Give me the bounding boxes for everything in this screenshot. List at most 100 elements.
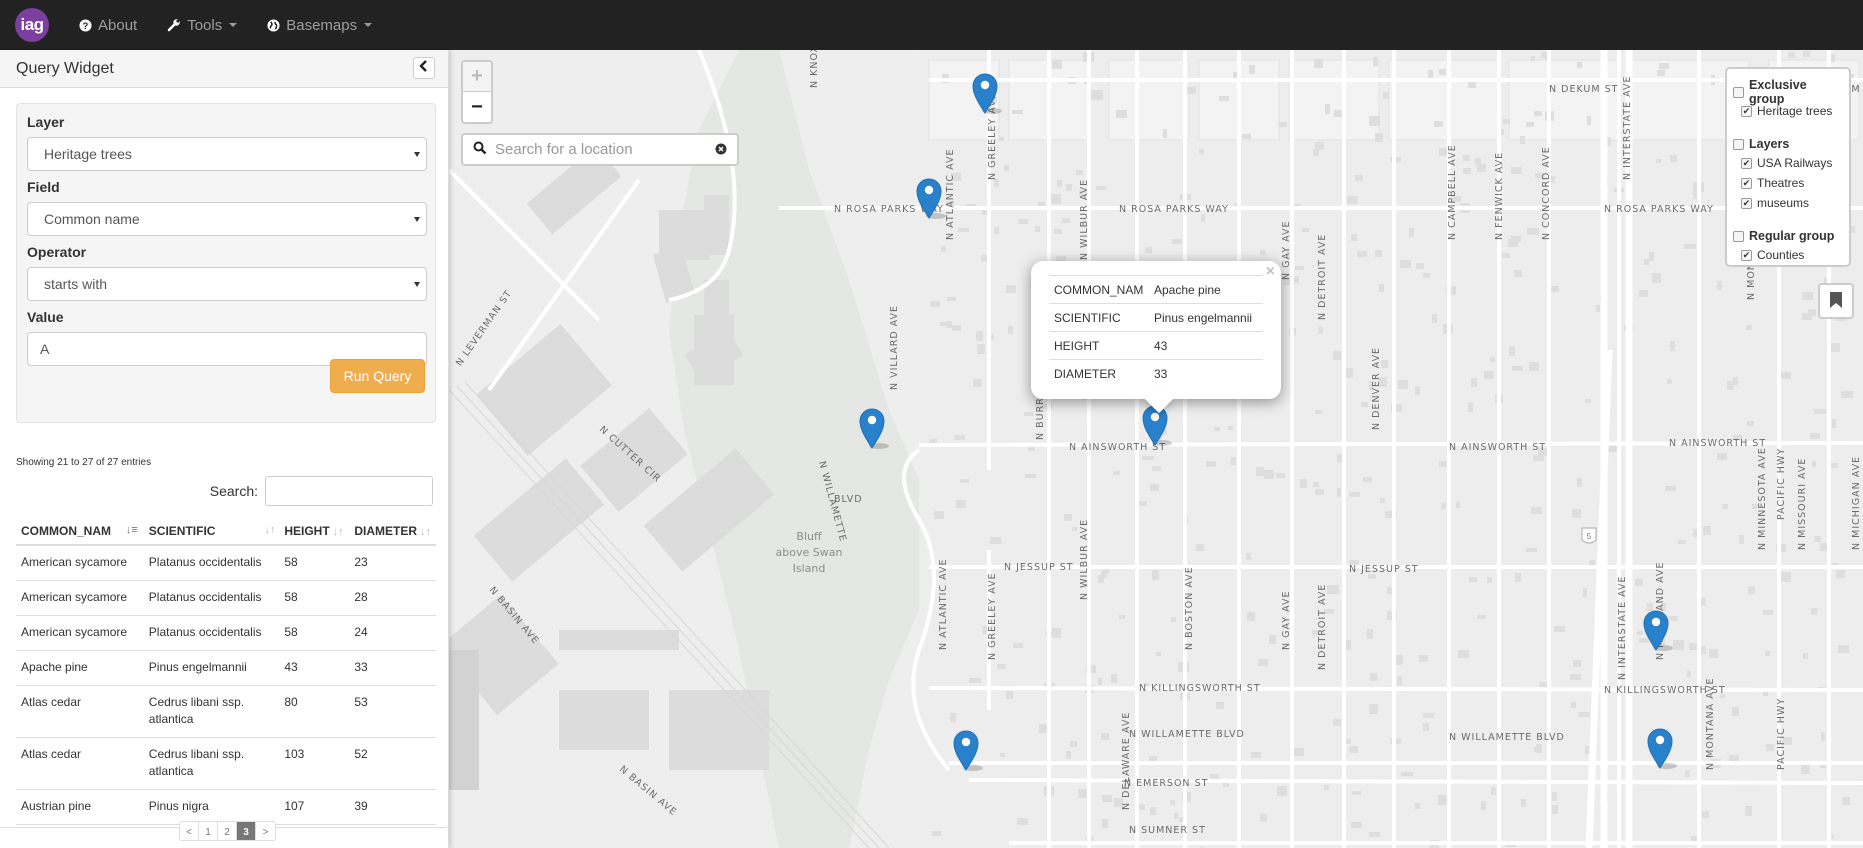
col-header-diameter[interactable]: DIAMETER ↓↑ [349, 517, 436, 546]
checkbox[interactable] [1733, 230, 1744, 242]
building [990, 537, 1001, 544]
building [1596, 305, 1600, 312]
page-prev-button[interactable]: < [180, 822, 199, 840]
building [1242, 134, 1251, 139]
building [999, 137, 1004, 141]
building [1572, 509, 1581, 518]
building [1409, 228, 1414, 237]
building [1152, 466, 1161, 471]
table-row[interactable]: Austrian pine Pinus nigra 107 39 [16, 789, 436, 825]
checkbox[interactable] [1733, 138, 1744, 150]
map-canvas[interactable]: 5 N DEKUM ST N DEKUM ST N ROSA PARKS WAY… [449, 50, 1863, 848]
street-label: N MINNESOTA AVE [1757, 447, 1768, 550]
field-select[interactable]: Common name [27, 202, 427, 236]
map-marker[interactable] [859, 408, 889, 449]
operator-select[interactable]: starts with [27, 267, 427, 301]
building [1477, 164, 1486, 172]
building [997, 664, 1006, 669]
map-marker[interactable] [953, 730, 983, 771]
clear-search-icon[interactable] [715, 142, 727, 158]
residential-area [919, 50, 1863, 848]
collapse-sidebar-button[interactable] [413, 57, 435, 79]
table-row[interactable]: Atlas cedar Cedrus libani ssp. atlantica 8… [16, 685, 436, 738]
checkbox[interactable] [1733, 86, 1744, 98]
building [1269, 635, 1276, 644]
checkbox[interactable]: ✔ [1741, 197, 1752, 209]
page-1-button[interactable]: 1 [199, 822, 218, 840]
popup-value: 43 [1149, 331, 1263, 360]
building [1814, 409, 1826, 414]
nav-tools[interactable]: Tools [167, 17, 238, 34]
col-header-height[interactable]: HEIGHT ↓↑ [279, 517, 350, 546]
building [1186, 87, 1196, 94]
building [1149, 756, 1157, 761]
map-marker[interactable] [916, 178, 946, 219]
page-3-button[interactable]: 3 [237, 822, 256, 840]
layer-group-toggle[interactable]: Layers [1733, 135, 1843, 153]
map-marker[interactable] [972, 73, 1002, 114]
zoom-out-button[interactable]: − [463, 92, 491, 122]
layer-select[interactable]: Heritage trees [27, 137, 427, 171]
search-icon [473, 141, 487, 158]
layer-toggle[interactable]: ✔ Theatres [1733, 173, 1843, 193]
nav-basemaps[interactable]: Basemaps [267, 16, 373, 34]
map-marker[interactable] [1142, 405, 1172, 446]
bookmarks-button[interactable] [1818, 283, 1854, 319]
run-query-button[interactable]: Run Query [330, 359, 425, 393]
street-label: N CAMPBELL AVE [1447, 144, 1458, 240]
building [1367, 629, 1373, 639]
building [1397, 676, 1402, 685]
checkbox[interactable]: ✔ [1741, 157, 1752, 169]
svg-text:Island: Island [793, 562, 826, 575]
page-2-button[interactable]: 2 [218, 822, 237, 840]
popup-value: 33 [1149, 359, 1263, 388]
page-next-button[interactable]: > [256, 822, 275, 840]
col-header-common-name[interactable]: COMMON_NAM ↓≡ [16, 517, 144, 546]
building [1373, 57, 1378, 66]
layer-group-toggle[interactable]: Regular group [1733, 227, 1843, 245]
layer-toggle[interactable]: ✔ USA Railways [1733, 153, 1843, 173]
layer-toggle[interactable]: ✔ museums [1733, 193, 1843, 213]
nav-basemaps-label: Basemaps [286, 16, 358, 34]
checkbox[interactable]: ✔ [1741, 177, 1752, 189]
table-search-input[interactable] [265, 476, 433, 506]
location-search-input[interactable]: Search for a location [495, 141, 715, 158]
building [1150, 807, 1156, 815]
building [934, 511, 944, 519]
building [1231, 457, 1236, 465]
building [950, 713, 956, 722]
svg-text:Bluff: Bluff [796, 530, 822, 543]
building [1163, 129, 1167, 138]
table-row[interactable]: Apache pine Pinus engelmannii 43 33 [16, 650, 436, 686]
value-input-text: A [40, 341, 50, 357]
building [1471, 378, 1477, 387]
table-row[interactable]: American sycamore Platanus occidentalis 58… [16, 615, 436, 651]
building [1554, 626, 1565, 632]
checkbox[interactable]: ✔ [1741, 105, 1752, 117]
street-label: N GAY AVE [1281, 591, 1292, 650]
building [1684, 244, 1696, 249]
layer-group-toggle[interactable]: Exclusive group [1733, 78, 1843, 106]
results-table: COMMON_NAM ↓≡ SCIENTIFIC ↓↑ HEIGHT ↓↑ DIAME… [16, 517, 436, 825]
map-marker[interactable] [1647, 728, 1677, 769]
building [1228, 426, 1233, 430]
popup-close-button[interactable]: × [1266, 263, 1275, 281]
street-label: N MISSOURI AVE [1797, 458, 1808, 550]
checkbox[interactable]: ✔ [1741, 249, 1752, 261]
col-header-scientific[interactable]: SCIENTIFIC ↓↑ [143, 517, 280, 546]
table-row[interactable]: American sycamore Platanus occidentalis 58… [16, 580, 436, 616]
building [1101, 733, 1109, 740]
street-label: N BASIN AVE [617, 764, 679, 818]
table-row[interactable]: Atlas cedar Cedrus libani ssp. atlantica 1… [16, 737, 436, 790]
building [1766, 744, 1774, 751]
building [1763, 610, 1773, 615]
layer-toggle[interactable]: ✔ Counties [1733, 245, 1843, 265]
table-row[interactable]: American sycamore Platanus occidentalis 58… [16, 545, 436, 581]
location-search[interactable]: Search for a location [461, 133, 739, 166]
zoom-in-button[interactable]: + [463, 62, 491, 92]
map-marker[interactable] [1643, 610, 1673, 651]
cell-common-name: Atlas cedar [16, 737, 144, 790]
svg-text:?: ? [83, 20, 89, 30]
app-logo[interactable]: iag [15, 8, 49, 42]
nav-about[interactable]: ? About [79, 17, 137, 34]
